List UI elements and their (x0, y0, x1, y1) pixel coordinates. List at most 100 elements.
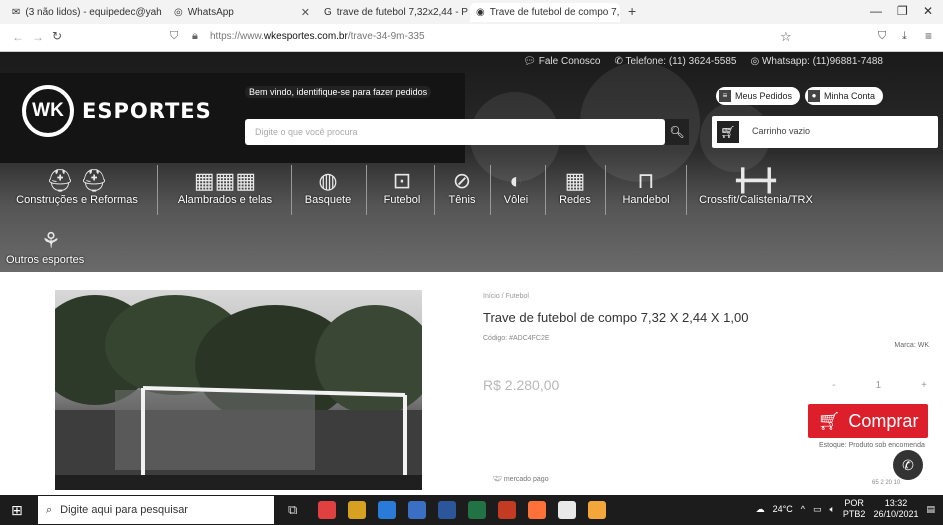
windows-start-icon[interactable]: ⊞ (11, 502, 23, 519)
tab-title: trave de futebol 7,32x2,44 - Pes (336, 7, 468, 18)
new-tab-button[interactable]: + (628, 3, 636, 19)
payment-label: mercado pago (503, 476, 549, 483)
search-icon: ⌕ (46, 503, 53, 516)
chat-icon: 💬︎ (523, 56, 539, 67)
mail-icon[interactable] (408, 501, 426, 519)
app-icon[interactable] (558, 501, 576, 519)
user-icon: ● (808, 90, 820, 102)
tab-whatsapp[interactable]: ◎ WhatsApp ✕ (168, 3, 316, 22)
category-handebol[interactable]: ⊓ Handebol (612, 168, 680, 206)
volleyball-icon: ◐ (509, 168, 523, 193)
contact-link[interactable]: 💬︎ Fale Conosco (523, 56, 600, 67)
tab-product[interactable]: ◉ Trave de futebol de compo 7,3 ✕ (470, 3, 620, 22)
app-icon[interactable] (588, 501, 606, 519)
runners-icon: ⚘ (41, 228, 61, 253)
tab-google-search[interactable]: G trave de futebol 7,32x2,44 - Pes ✕ (318, 3, 468, 22)
category-futebol[interactable]: ⊡ Futebol (372, 168, 432, 206)
taskbar-search-input[interactable]: ⌕ Digite aqui para pesquisar (38, 496, 274, 524)
category-label: Outros esportes (6, 254, 85, 266)
buy-button[interactable]: 🛒︎ Comprar (808, 404, 928, 438)
category-construcoes[interactable]: ⛑︎ ⛑︎ Construções e Reformas (4, 168, 150, 206)
category-label: Alambrados e telas (177, 194, 273, 206)
search-button[interactable]: 🔍︎ (665, 119, 689, 145)
cart-button[interactable]: 🛒︎ Carrinho vazio (712, 116, 938, 148)
date-label: 26/10/2021 (873, 509, 919, 519)
category-label: Basquete (304, 194, 352, 206)
tennis-racket-icon: ⊘ (452, 168, 472, 193)
excel-icon[interactable] (468, 501, 486, 519)
phone-link[interactable]: ✆ Telefone: (11) 3624-5585 (614, 56, 736, 67)
notification-icon[interactable]: ▤ (926, 504, 935, 515)
my-account-label: Minha Conta (824, 91, 876, 101)
category-label: Crossfit/Calistenia/TRX (699, 194, 813, 206)
search-input[interactable]: Digite o que você procura (245, 119, 665, 145)
welcome-text[interactable]: Bem vindo, identifique-se para fazer ped… (245, 86, 432, 98)
net-icon: ▦ (564, 168, 586, 193)
star-icon[interactable]: ☆ (780, 29, 792, 45)
logo-mark: WK (22, 85, 74, 137)
edge-icon[interactable] (378, 501, 396, 519)
clock[interactable]: 13:32 26/10/2021 (873, 498, 918, 520)
site-logo[interactable]: WK ESPORTES (22, 85, 212, 137)
category-volei[interactable]: ◐ Vôlei (494, 168, 538, 206)
menu-icon[interactable]: ≡ (925, 29, 932, 43)
product-photo[interactable] (55, 290, 422, 490)
divider (157, 165, 158, 215)
site-icon: ◉ (476, 7, 485, 18)
task-view-icon[interactable]: ⧉ (288, 502, 297, 518)
my-orders-button[interactable]: ≡ Meus Pedidos (716, 87, 801, 105)
my-orders-label: Meus Pedidos (735, 91, 793, 101)
quantity-increase-button[interactable]: + (921, 380, 927, 391)
minimize-icon[interactable]: — (870, 4, 882, 18)
powerpoint-icon[interactable] (498, 501, 516, 519)
download-icon[interactable]: ⤓ (902, 30, 907, 43)
quantity-stepper[interactable]: - 1 + (832, 380, 927, 391)
phone-icon: ✆ (614, 56, 626, 67)
divider (291, 165, 292, 215)
category-alambrados[interactable]: ▦▦▦ Alambrados e telas (164, 168, 286, 206)
category-crossfit[interactable]: ╋━╋ Crossfit/Calistenia/TRX (692, 168, 820, 206)
my-account-button[interactable]: ● Minha Conta (805, 87, 884, 105)
whatsapp-icon: ◎ (174, 7, 183, 18)
network-icon[interactable]: ▭ (813, 504, 822, 515)
product-price: R$ 2.280,00 (483, 377, 560, 393)
app-icon[interactable] (318, 501, 336, 519)
close-icon[interactable]: ✕ (301, 6, 310, 19)
whatsapp-float-button[interactable]: ✆ (893, 450, 923, 480)
dumbbell-icon: ╋━╋ (736, 168, 776, 193)
file-explorer-icon[interactable] (348, 501, 366, 519)
breadcrumb[interactable]: Início / Futebol (483, 293, 529, 300)
back-icon[interactable]: ← (12, 30, 24, 44)
quantity-decrease-button[interactable]: - (832, 380, 835, 391)
weather-icon[interactable]: ☁ (756, 504, 765, 515)
word-icon[interactable] (438, 501, 456, 519)
category-outros[interactable]: ⚘ Outros esportes (6, 228, 106, 266)
category-basquete[interactable]: ◍ Basquete (296, 168, 360, 206)
weather-temp[interactable]: 24°C (773, 504, 793, 514)
category-redes[interactable]: ▦ Redes (550, 168, 600, 206)
fence-icon: ▦▦▦ (193, 168, 257, 193)
firefox-icon[interactable] (528, 501, 546, 519)
whatsapp-link[interactable]: ◎ Whatsapp: (11)96881-7488 (750, 56, 883, 67)
cart-icon: 🛒︎ (717, 121, 739, 143)
maximize-icon[interactable]: ❐ (897, 4, 908, 18)
lock-icon[interactable]: 🔒︎ (192, 30, 198, 43)
shield-icon[interactable]: ⛉ (170, 30, 178, 43)
extension-icon[interactable]: ⛉ (878, 30, 886, 43)
url-field[interactable]: https://www.wkesportes.com.br/trave-34-9… (210, 31, 425, 42)
quantity-value[interactable]: 1 (876, 380, 882, 391)
hardhat-icon: ⛑︎ ⛑︎ (46, 168, 108, 193)
product-brand[interactable]: Marca: WK (894, 342, 929, 349)
tab-mail[interactable]: ✉ (3 não lidos) - equipedec@yah ✕ (6, 3, 166, 22)
close-window-icon[interactable]: ✕ (923, 4, 933, 18)
language-indicator[interactable]: POR PTB2 (843, 498, 866, 520)
forward-icon[interactable]: → (32, 30, 44, 44)
volume-icon[interactable]: 🔈︎ (830, 504, 835, 515)
category-tenis[interactable]: ⊘ Tênis (437, 168, 487, 206)
category-label: Handebol (622, 194, 670, 206)
reload-icon[interactable]: ↻ (52, 29, 62, 43)
category-label: Vôlei (503, 194, 529, 206)
list-icon: ≡ (719, 90, 731, 102)
chevron-up-icon[interactable]: ^ (801, 504, 805, 514)
handshake-icon: 🤝︎ (493, 476, 504, 483)
